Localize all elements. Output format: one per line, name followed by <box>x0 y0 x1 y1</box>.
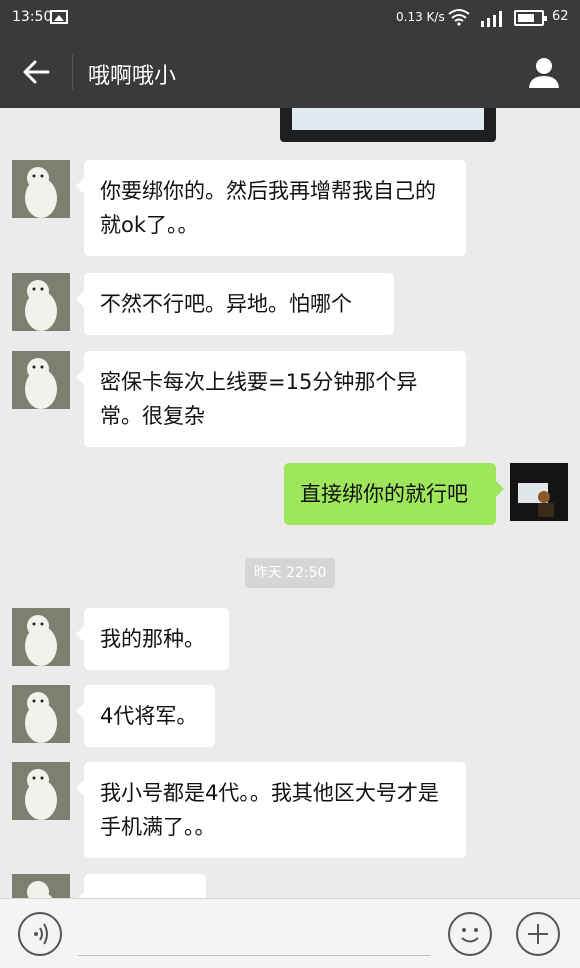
contact-avatar[interactable] <box>12 874 70 898</box>
message-bubble-mine[interactable]: 直接绑你的就行吧 <box>284 463 504 525</box>
message-bubble-partial[interactable] <box>76 874 206 898</box>
back-arrow-icon[interactable] <box>18 54 54 90</box>
battery-level: 62 <box>552 9 569 24</box>
message-bubble[interactable]: 密保卡每次上线要=15分钟那个异常。很复杂 <box>76 351 466 447</box>
contact-avatar[interactable] <box>12 685 70 743</box>
message-bubble[interactable]: 不然不行吧。异地。怕哪个 <box>76 273 394 335</box>
signal-icon <box>481 11 502 27</box>
image-notification-icon <box>50 10 68 24</box>
status-time: 13:50 <box>12 9 53 25</box>
chat-messages[interactable]: 你要绑你的。然后我再增帮我自己的就ok了。。 不然不行吧。异地。怕哪个 密保卡每… <box>0 108 580 898</box>
timestamp-divider: 昨天 22:50 <box>245 558 335 588</box>
contact-avatar[interactable] <box>12 273 70 331</box>
profile-icon[interactable] <box>524 54 564 90</box>
message-text-field[interactable] <box>78 955 430 956</box>
contact-avatar[interactable] <box>12 762 70 820</box>
chat-title: 哦啊哦小 <box>88 64 177 89</box>
smiley-icon <box>461 928 479 943</box>
message-bubble[interactable]: 我的那种。 <box>76 608 229 670</box>
contact-avatar[interactable] <box>12 608 70 666</box>
title-divider <box>72 54 73 90</box>
message-bubble[interactable]: 你要绑你的。然后我再增帮我自己的就ok了。。 <box>76 160 466 256</box>
more-options-button[interactable] <box>516 912 560 956</box>
status-bar: 13:50 0.13 K/s 62 <box>0 0 580 36</box>
contact-avatar[interactable] <box>12 351 70 409</box>
wifi-icon <box>448 9 470 26</box>
network-speed: 0.13 K/s <box>396 10 445 24</box>
input-bar <box>0 898 580 968</box>
emoji-button[interactable] <box>448 912 492 956</box>
voice-input-button[interactable] <box>18 912 62 956</box>
my-avatar[interactable] <box>510 463 568 521</box>
message-bubble[interactable]: 4代将军。 <box>76 685 215 747</box>
sent-image-partial[interactable] <box>280 108 496 142</box>
battery-icon <box>514 10 547 26</box>
voice-icon <box>34 923 48 945</box>
contact-avatar[interactable] <box>12 160 70 218</box>
chat-header: 哦啊哦小 <box>0 36 580 108</box>
message-bubble[interactable]: 我小号都是4代。。我其他区大号才是手机满了。。 <box>76 762 466 858</box>
